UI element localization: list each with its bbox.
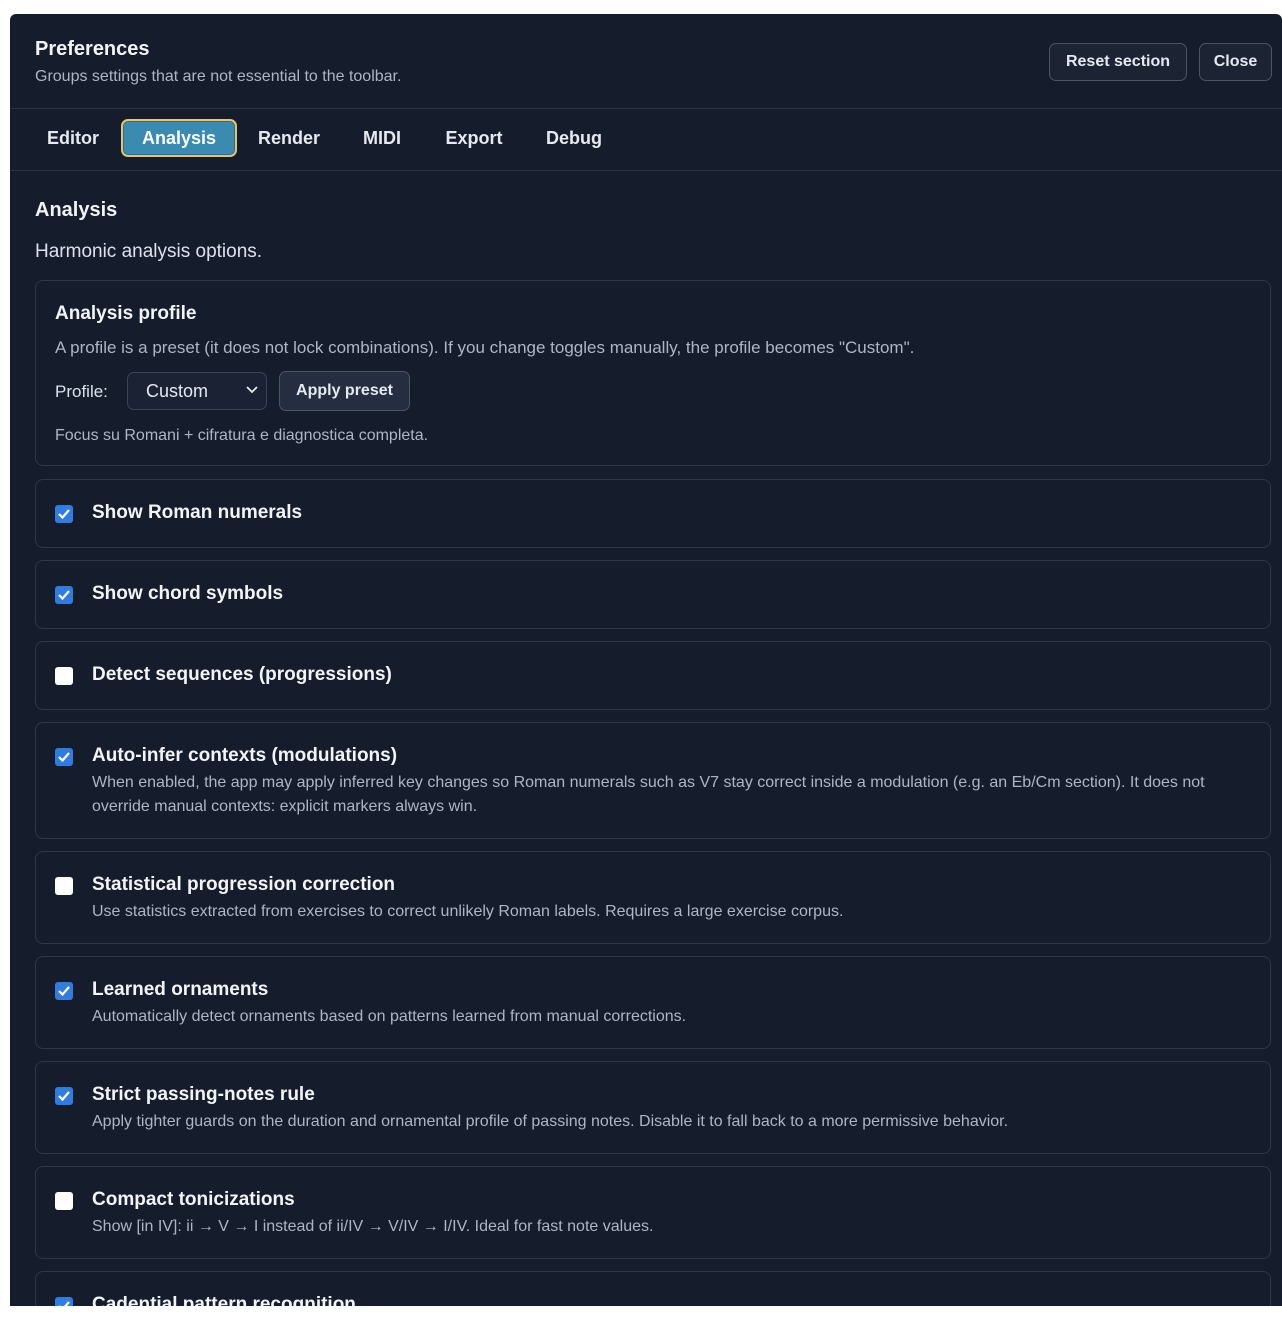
tab-editor[interactable]: Editor — [34, 119, 112, 157]
analysis-panel: Analysis Harmonic analysis options. Anal… — [10, 171, 1282, 1306]
option-description: Automatically detect ornaments based on … — [92, 1008, 687, 1025]
profile-label: Profile: — [55, 382, 108, 401]
option-label: Auto-infer contexts (modulations) — [92, 745, 398, 766]
option-card-strict-passing-notes: Strict passing-notes rule Apply tighter … — [35, 1061, 1271, 1154]
page-bottom-strip — [0, 1306, 1282, 1331]
chevron-down-icon — [246, 386, 258, 394]
option-card-compact-tonicizations: Compact tonicizations Show [in IV]: ii →… — [35, 1166, 1271, 1259]
option-label: Show chord symbols — [92, 583, 284, 604]
option-card-statistical-correction: Statistical progression correction Use s… — [35, 851, 1271, 944]
profile-card-title: Analysis profile — [55, 303, 197, 324]
preferences-dialog: Preferences Groups settings that are not… — [10, 14, 1282, 1306]
apply-preset-button[interactable]: Apply preset — [279, 371, 410, 411]
tab-debug[interactable]: Debug — [535, 119, 613, 157]
option-description: Show [in IV]: ii → V → I instead of ii/I… — [92, 1218, 654, 1235]
checkmark-icon — [59, 1301, 70, 1306]
option-description: Apply tighter guards on the duration and… — [92, 1113, 1009, 1130]
dialog-title: Preferences — [35, 38, 150, 60]
option-label: Strict passing-notes rule — [92, 1084, 315, 1105]
tab-render[interactable]: Render — [246, 119, 332, 157]
option-card-detect-sequences: Detect sequences (progressions) — [35, 641, 1271, 710]
checkmark-icon — [58, 986, 70, 997]
option-card-show-roman-numerals: Show Roman numerals — [35, 479, 1271, 548]
section-description: Harmonic analysis options. — [35, 241, 263, 262]
option-label: Statistical progression correction — [92, 874, 396, 895]
option-description: Use statistics extracted from exercises … — [92, 903, 844, 920]
dialog-subtitle: Groups settings that are not essential t… — [35, 68, 402, 85]
profile-select[interactable]: Custom — [127, 372, 267, 410]
detect-sequences-checkbox[interactable] — [55, 667, 73, 685]
auto-infer-contexts-checkbox[interactable] — [55, 748, 73, 766]
show-chord-symbols-checkbox[interactable] — [55, 586, 73, 604]
option-description: When enabled, the app may apply inferred… — [92, 774, 1205, 815]
option-label: Detect sequences (progressions) — [92, 664, 392, 685]
option-label: Learned ornaments — [92, 979, 269, 1000]
option-label: Cadential pattern recognition — [92, 1294, 356, 1306]
compact-tonicizations-checkbox[interactable] — [55, 1192, 73, 1210]
section-title: Analysis — [35, 199, 118, 221]
option-card-learned-ornaments: Learned ornaments Automatically detect o… — [35, 956, 1271, 1049]
option-card-cadential-pattern-recognition: Cadential pattern recognition — [35, 1271, 1271, 1306]
strict-passing-notes-checkbox[interactable] — [55, 1087, 73, 1105]
analysis-profile-card: Analysis profile A profile is a preset (… — [35, 280, 1271, 466]
option-label: Compact tonicizations — [92, 1189, 295, 1210]
tab-analysis[interactable]: Analysis — [121, 119, 237, 157]
dialog-header: Preferences Groups settings that are not… — [10, 14, 1282, 109]
learned-ornaments-checkbox[interactable] — [55, 982, 73, 1000]
show-roman-numerals-checkbox[interactable] — [55, 505, 73, 523]
profile-card-description: A profile is a preset (it does not lock … — [55, 338, 915, 357]
tab-export[interactable]: Export — [435, 119, 513, 157]
checkmark-icon — [58, 509, 70, 520]
checkmark-icon — [58, 752, 70, 763]
option-label: Show Roman numerals — [92, 502, 303, 523]
statistical-correction-checkbox[interactable] — [55, 877, 73, 895]
profile-note: Focus su Romani + cifratura e diagnostic… — [55, 427, 429, 444]
option-card-auto-infer-contexts: Auto-infer contexts (modulations) When e… — [35, 722, 1271, 839]
close-button[interactable]: Close — [1199, 43, 1272, 81]
checkmark-icon — [58, 1091, 70, 1102]
option-card-show-chord-symbols: Show chord symbols — [35, 560, 1271, 629]
reset-section-button[interactable]: Reset section — [1049, 43, 1187, 81]
tab-bar: Editor Analysis Render MIDI Export Debug — [10, 109, 1282, 171]
tab-midi[interactable]: MIDI — [352, 119, 412, 157]
profile-select-value: Custom — [146, 380, 209, 401]
cadential-pattern-checkbox[interactable] — [55, 1297, 73, 1306]
checkmark-icon — [58, 590, 70, 601]
